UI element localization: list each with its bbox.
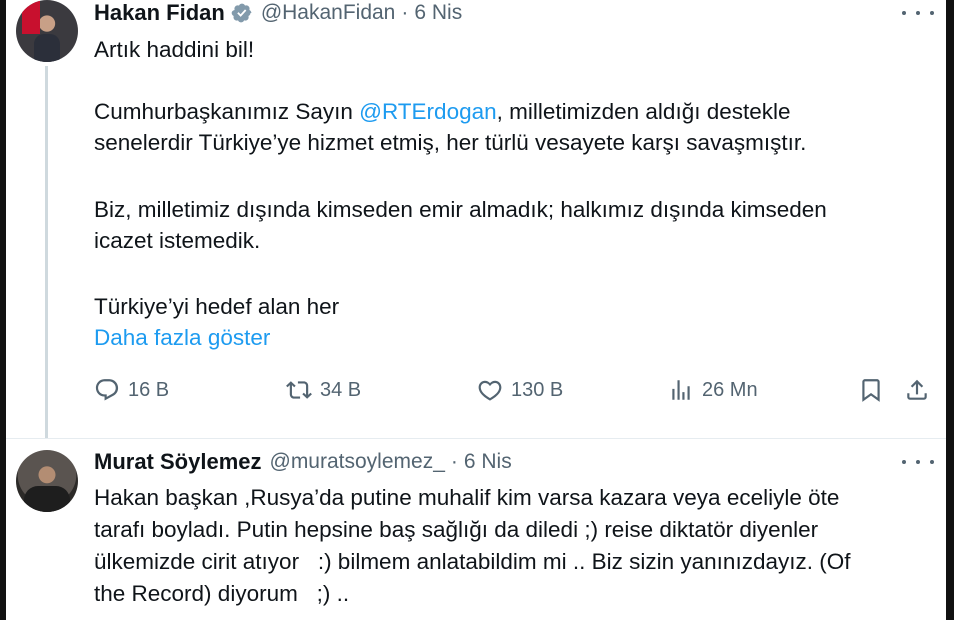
more-options-icon[interactable] (902, 452, 934, 472)
author-handle[interactable]: @HakanFidan (261, 1, 396, 25)
avatar[interactable] (16, 0, 78, 62)
tweet-paragraph-3: Biz, milletimiz dışında kimseden emir al… (94, 194, 934, 256)
tweet-date[interactable]: 6 Nis (464, 450, 512, 474)
verified-badge-icon (231, 3, 252, 23)
separator-dot: · (401, 1, 409, 24)
tweet-text: Cumhurbaşkanımız Sayın (94, 99, 360, 124)
tweet-header: Hakan Fidan @HakanFidan · 6 Nis (94, 0, 934, 26)
reply-count: 16 B (128, 378, 170, 401)
repost-icon (286, 381, 312, 399)
tweet-text: , milletimizden aldığı destekle (496, 99, 791, 124)
tweet-divider (6, 438, 946, 439)
more-options-icon[interactable] (902, 3, 934, 23)
tweet-paragraph-2: Cumhurbaşkanımız Sayın @RTErdogan, mille… (94, 96, 934, 158)
screenshot-frame-right (946, 0, 954, 620)
bookmark-icon (862, 379, 880, 402)
tweet-reply[interactable]: Murat Söylemez @muratsoylemez_ · 6 Nis H… (14, 440, 934, 620)
screenshot-frame-left (0, 0, 6, 620)
mention-link[interactable]: @RTErdogan (359, 99, 497, 124)
tweet-text: icazet istemedik. (94, 228, 261, 253)
tweet-text: Hakan başkan ,Rusya’da putine muhalif ki… (94, 482, 920, 610)
tweet-text-line: tarafı boyladı. Putin hepsine baş sağlığ… (94, 517, 819, 542)
repost-count: 34 B (320, 378, 362, 401)
thread-connector-line (45, 66, 48, 438)
author-handle[interactable]: @muratsoylemez_ (270, 450, 445, 474)
author-name[interactable]: Hakan Fidan (94, 0, 225, 26)
tweet-text-line: the Record) diyorum ;) .. (94, 581, 350, 606)
separator-dot: · (450, 450, 458, 473)
avatar[interactable] (16, 450, 78, 512)
tweet-main[interactable]: Hakan Fidan @HakanFidan · 6 Nis Artık ha… (14, 0, 934, 440)
show-more-link[interactable]: Daha fazla göster (94, 322, 270, 353)
tweet-paragraph-4: Türkiye’yi hedef alan her (94, 294, 340, 319)
like-icon (478, 380, 502, 401)
tweet-text-line: Artık haddini bil! (94, 37, 255, 62)
bookmark-button[interactable] (858, 372, 884, 408)
reply-icon (95, 379, 119, 401)
tweet-text-line: ülkemizde cirit atıyor :) bilmem anlatab… (94, 549, 851, 574)
views-icon (672, 380, 690, 400)
tweet-date[interactable]: 6 Nis (414, 1, 462, 25)
tweet-text: senelerdir Türkiye’ye hizmet etmiş, her … (94, 130, 807, 155)
views-button[interactable]: 26 Mn (668, 372, 758, 408)
tweet-text-line: Hakan başkan ,Rusya’da putine muhalif ki… (94, 485, 840, 510)
views-count: 26 Mn (702, 378, 758, 401)
reply-button[interactable]: 16 B (94, 372, 169, 408)
tweet-actions-bar: 16 B 34 B 130 B 26 Mn (94, 372, 934, 408)
tweet-text: Biz, milletimiz dışında kimseden emir al… (94, 197, 827, 222)
like-button[interactable]: 130 B (477, 372, 563, 408)
share-button[interactable] (904, 372, 930, 408)
like-count: 130 B (511, 378, 564, 401)
author-name[interactable]: Murat Söylemez (94, 449, 262, 475)
tweet-header: Murat Söylemez @muratsoylemez_ · 6 Nis (94, 449, 934, 475)
repost-button[interactable]: 34 B (286, 372, 361, 408)
share-icon (907, 379, 927, 400)
